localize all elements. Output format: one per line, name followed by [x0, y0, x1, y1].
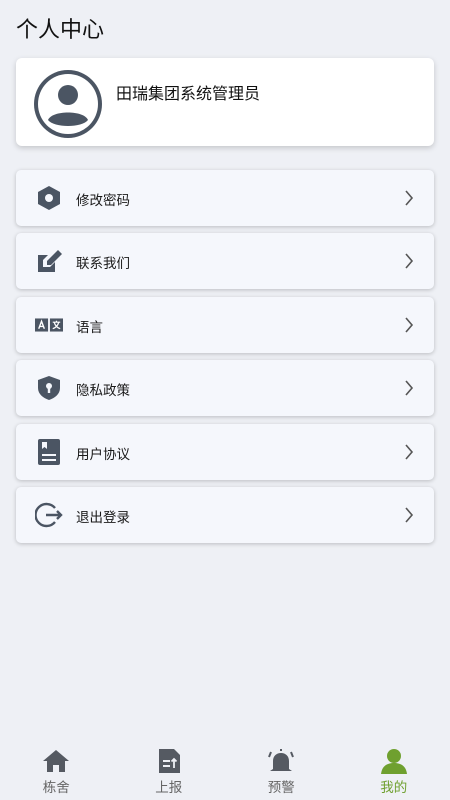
menu-item-label: 用户协议 — [76, 446, 130, 463]
tab-mine[interactable]: 我的 — [338, 742, 450, 800]
menu-item-label: 修改密码 — [76, 193, 130, 209]
menu-item-user-agreement[interactable]: 用户协议 — [16, 423, 434, 480]
profile-name: 田瑞集团系统管理员 — [116, 84, 261, 103]
settings-menu: 修改密码 联系我们 语言 隐私政策 用户协议 退出登录 — [16, 170, 434, 550]
tab-home[interactable]: 栋舍 — [0, 742, 113, 800]
chevron-right-icon — [404, 506, 414, 524]
chevron-right-icon — [404, 379, 414, 397]
alarm-bell-icon — [267, 748, 295, 774]
shield-lock-icon — [34, 374, 64, 402]
menu-item-label: 退出登录 — [76, 509, 130, 526]
hexagon-nut-icon — [34, 184, 64, 212]
menu-item-label: 隐私政策 — [76, 383, 130, 400]
menu-item-change-password[interactable]: 修改密码 — [16, 170, 434, 226]
document-icon — [34, 438, 64, 466]
tab-label: 栋舍 — [42, 780, 70, 796]
report-icon — [155, 748, 183, 774]
tab-label: 我的 — [380, 780, 408, 796]
bottom-tab-bar: 栋舍 上报 预警 我的 — [0, 742, 450, 800]
menu-item-language[interactable]: 语言 — [16, 296, 434, 353]
home-icon — [42, 748, 70, 774]
profile-card[interactable]: 田瑞集团系统管理员 — [16, 58, 434, 146]
menu-item-contact-us[interactable]: 联系我们 — [16, 233, 434, 290]
menu-item-privacy-policy[interactable]: 隐私政策 — [16, 360, 434, 417]
tab-label: 预警 — [267, 780, 295, 796]
menu-item-label: 联系我们 — [76, 256, 130, 273]
user-icon — [380, 748, 408, 774]
tab-alarm[interactable]: 预警 — [225, 742, 338, 800]
page-title: 个人中心 — [16, 18, 105, 43]
chevron-right-icon — [404, 316, 414, 334]
chevron-right-icon — [404, 252, 414, 270]
translate-icon — [34, 311, 64, 339]
chevron-right-icon — [404, 443, 414, 461]
tab-report[interactable]: 上报 — [113, 742, 226, 800]
chevron-right-icon — [404, 189, 414, 207]
menu-item-label: 语言 — [76, 319, 103, 336]
logout-icon — [34, 501, 64, 529]
tab-label: 上报 — [155, 780, 183, 796]
user-avatar-icon[interactable] — [34, 70, 102, 138]
menu-item-logout[interactable]: 退出登录 — [16, 486, 434, 543]
edit-note-icon — [34, 247, 64, 275]
